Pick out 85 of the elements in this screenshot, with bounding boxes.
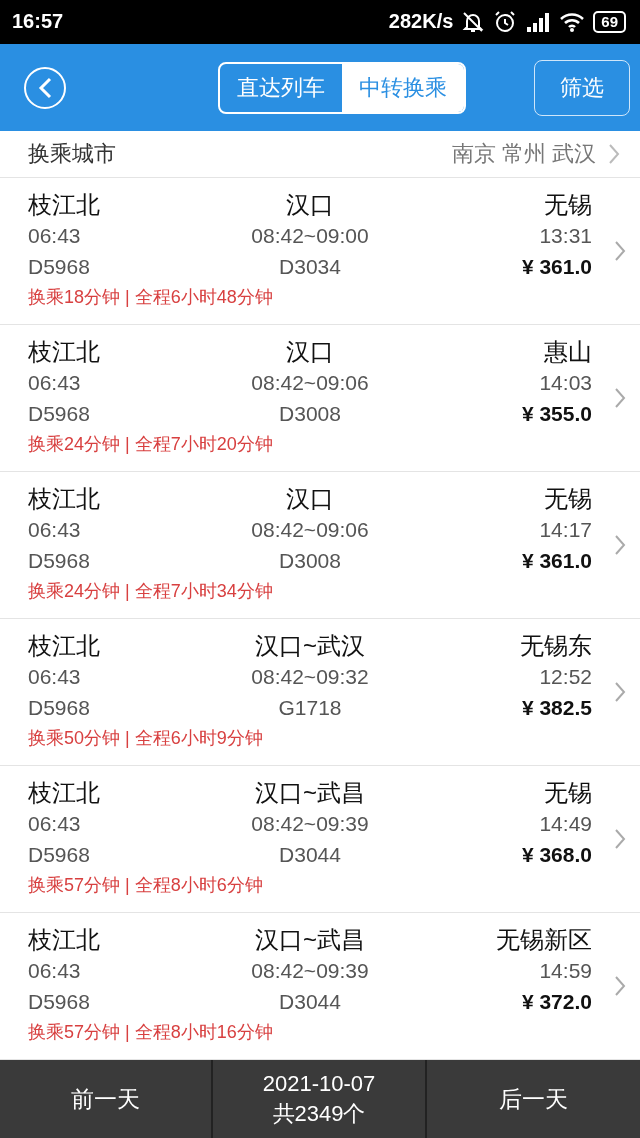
train-number: D3008: [278, 548, 342, 575]
route-card[interactable]: 枝江北 汉口~武昌 无锡 06:43 08:42~09:39 14:49 D5968 D3044 ¥ 368.0 换乘57分钟 | 全程8小时6分钟: [0, 766, 640, 913]
departure-station: 枝江北: [28, 779, 101, 807]
route-card[interactable]: 枝江北 汉口~武汉 无锡东 06:43 08:42~09:32 12:52 D5968 G1718 ¥ 382.5 换乘50分钟 | 全程6小时9分钟: [0, 619, 640, 766]
transfer-station: 汉口~武昌: [254, 779, 366, 807]
previous-day-button[interactable]: 前一天: [0, 1060, 214, 1138]
departure-time: 06:43: [28, 517, 82, 544]
transfer-city-value[interactable]: 南京 常州 武汉: [451, 139, 596, 170]
arrival-time: 14:49: [538, 811, 592, 838]
departure-time: 06:43: [28, 958, 82, 985]
train-number: D3034: [278, 254, 342, 281]
chevron-right-icon: [614, 534, 626, 556]
chevron-right-icon: [608, 143, 620, 166]
departure-station: 枝江北: [28, 485, 101, 513]
trip-summary: 换乘24分钟 | 全程7小时34分钟: [28, 580, 274, 604]
muted-bell-icon: [461, 9, 486, 34]
train-number: D3008: [278, 401, 342, 428]
departure-time: 06:43: [28, 223, 82, 250]
route-card[interactable]: 枝江北 汉口~武昌 无锡新区 06:43 08:42~09:39 14:59 D5968 D3044 ¥ 372.0 换乘57分钟 | 全程8小时16分钟: [0, 913, 640, 1060]
transfer-city-label: 换乘城市: [28, 140, 116, 169]
date-text: 2021-10-07: [262, 1070, 376, 1098]
transfer-station: 汉口~武昌: [254, 926, 366, 954]
chevron-right-icon: [614, 387, 626, 409]
departure-station: 枝江北: [28, 926, 101, 954]
departure-time: 06:43: [28, 664, 82, 691]
arrival-time: 12:52: [538, 664, 592, 691]
arrival-time: 14:59: [538, 958, 592, 985]
arrival-station: 无锡: [543, 485, 592, 513]
arrival-station: 无锡: [543, 779, 592, 807]
chevron-right-icon: [614, 975, 626, 997]
route-card[interactable]: 枝江北 汉口 无锡 06:43 08:42~09:00 13:31 D5968 D3034 ¥ 361.0 换乘18分钟 | 全程6小时48分钟: [0, 178, 640, 325]
transfer-time: 08:42~09:39: [250, 958, 370, 985]
arrival-station: 无锡: [543, 191, 592, 219]
train-number: D5968: [28, 254, 91, 281]
transfer-station: 汉口: [285, 191, 335, 219]
arrival-station: 无锡东: [519, 632, 592, 660]
route-card[interactable]: 枝江北 汉口 无锡 06:43 08:42~09:06 14:17 D5968 D3008 ¥ 361.0 换乘24分钟 | 全程7小时34分钟: [0, 472, 640, 619]
chevron-right-icon: [614, 828, 626, 850]
arrival-station: 无锡新区: [495, 926, 592, 954]
train-number: D3044: [278, 989, 342, 1016]
trip-summary: 换乘50分钟 | 全程6小时9分钟: [28, 727, 264, 751]
network-speed: 282K/s: [388, 10, 454, 34]
route-card[interactable]: 枝江北 汉口 惠山 06:43 08:42~09:06 14:03 D5968 D3008 ¥ 355.0 换乘24分钟 | 全程7小时20分钟: [0, 325, 640, 472]
transfer-station: 汉口~武汉: [254, 632, 366, 660]
trip-summary: 换乘57分钟 | 全程8小时6分钟: [28, 874, 264, 898]
price: ¥ 355.0: [520, 401, 592, 428]
arrival-time: 13:31: [538, 223, 592, 250]
next-day-button[interactable]: 后一天: [426, 1060, 640, 1138]
departure-time: 06:43: [28, 370, 82, 397]
back-button[interactable]: [24, 66, 66, 109]
departure-time: 06:43: [28, 811, 82, 838]
arrival-time: 14:17: [538, 517, 592, 544]
chevron-right-icon: [614, 240, 626, 262]
train-number: D5968: [28, 989, 91, 1016]
price: ¥ 382.5: [520, 695, 592, 722]
departure-station: 枝江北: [28, 338, 101, 366]
train-number: G1718: [277, 695, 343, 722]
trip-summary: 换乘18分钟 | 全程6小时48分钟: [28, 286, 274, 310]
trip-summary: 换乘57分钟 | 全程8小时16分钟: [28, 1021, 274, 1045]
result-count: 共2349个: [272, 1100, 366, 1128]
transfer-time: 08:42~09:39: [250, 811, 370, 838]
departure-station: 枝江北: [28, 632, 101, 660]
transfer-time: 08:42~09:06: [250, 517, 370, 544]
departure-station: 枝江北: [28, 191, 101, 219]
train-number: D5968: [28, 695, 91, 722]
price: ¥ 361.0: [520, 254, 592, 281]
transfer-time: 08:42~09:00: [250, 223, 370, 250]
transfer-time: 08:42~09:06: [250, 370, 370, 397]
battery-level: 69: [593, 10, 626, 33]
price: ¥ 361.0: [520, 548, 592, 575]
wifi-icon: [559, 10, 586, 33]
arrival-station: 惠山: [543, 338, 592, 366]
transfer-station: 汉口: [285, 485, 335, 513]
status-time: 16:57: [12, 10, 64, 34]
price: ¥ 372.0: [520, 989, 592, 1016]
price: ¥ 368.0: [520, 842, 592, 869]
trip-summary: 换乘24分钟 | 全程7小时20分钟: [28, 433, 274, 457]
train-number: D3044: [278, 842, 342, 869]
train-number: D5968: [28, 401, 91, 428]
train-number: D5968: [28, 842, 91, 869]
transfer-station: 汉口: [285, 338, 335, 366]
arrival-time: 14:03: [538, 370, 592, 397]
transfer-time: 08:42~09:32: [250, 664, 370, 691]
chevron-right-icon: [614, 681, 626, 703]
train-number: D5968: [28, 548, 91, 575]
